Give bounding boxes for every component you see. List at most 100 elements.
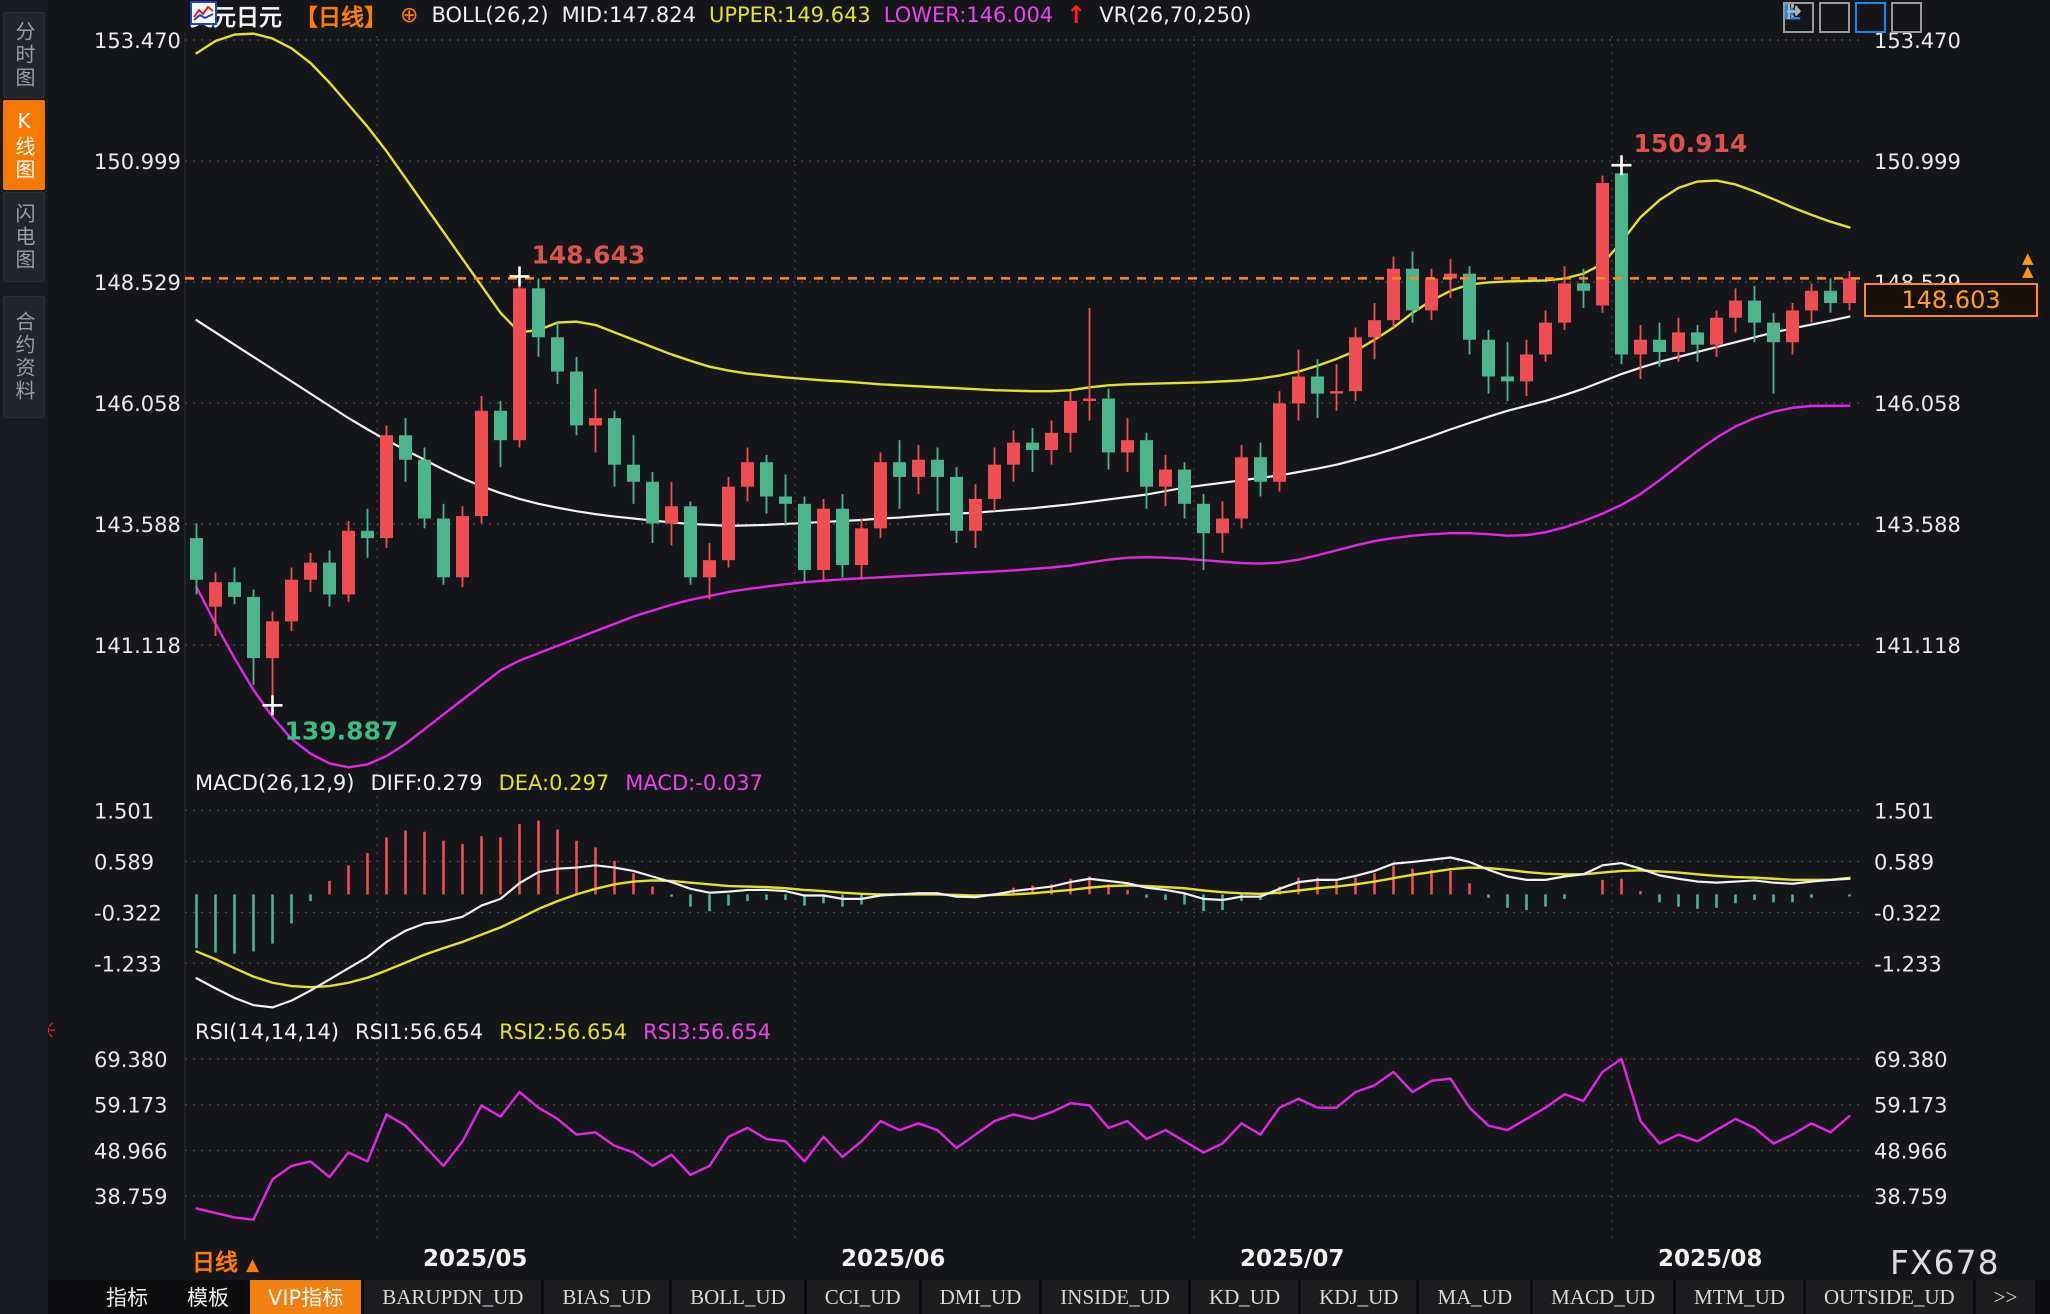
- candle-body: [570, 372, 583, 426]
- tab-CCI_UD[interactable]: CCI_UD: [807, 1280, 919, 1314]
- tab-BOLL_UD[interactable]: BOLL_UD: [672, 1280, 804, 1314]
- candle-body: [1330, 391, 1343, 393]
- price-up-arrows-icon: ▲ ▲: [2022, 252, 2034, 278]
- chart-header: 美元日元 【日线】 ⊕ BOLL(26,2) MID:147.824 UPPER…: [190, 1, 1252, 29]
- candle-body: [608, 418, 621, 465]
- chart-thumbnail-icon[interactable]: [190, 1, 217, 25]
- candle-body: [722, 487, 735, 560]
- candle-body: [456, 516, 469, 577]
- sidebar: 分时图 K线图 闪电图 合约资料: [0, 0, 48, 1314]
- y-axis-label-left: -0.322: [94, 901, 162, 925]
- candle-body: [1387, 269, 1400, 320]
- candle-body: [1216, 519, 1229, 534]
- tab-KD_UD[interactable]: KD_UD: [1191, 1280, 1298, 1314]
- candle-body: [1349, 337, 1362, 391]
- y-axis-label-right: 1.501: [1874, 799, 1934, 823]
- y-axis-label-left: 38.759: [94, 1185, 167, 1209]
- candle-body: [1026, 443, 1039, 450]
- sidebar-item-contract-info[interactable]: 合约资料: [3, 296, 45, 418]
- tab-BIAS_UD[interactable]: BIAS_UD: [544, 1280, 669, 1314]
- candle-body: [1045, 433, 1058, 450]
- candle-body: [798, 504, 811, 570]
- y-axis-label-left: 153.470: [94, 29, 181, 53]
- candle-body: [1729, 301, 1742, 318]
- sidebar-item-lightning-chart[interactable]: 闪电图: [3, 192, 45, 282]
- candle-body: [589, 418, 602, 425]
- candle-body: [817, 509, 830, 570]
- y-axis-label-right: 146.058: [1874, 392, 1961, 416]
- candle-body: [551, 337, 564, 371]
- price-up-arrow-icon: ↑: [1066, 5, 1086, 25]
- tab->>[interactable]: >>: [1976, 1280, 2036, 1314]
- tab-MA_UD[interactable]: MA_UD: [1419, 1280, 1530, 1314]
- candle-body: [1064, 401, 1077, 433]
- tab-模板[interactable]: 模板: [169, 1280, 247, 1314]
- sidebar-item-time-chart[interactable]: 分时图: [3, 12, 45, 98]
- last-price-tool-button[interactable]: [1891, 2, 1922, 33]
- timeframe-label: 日线: [192, 1250, 238, 1276]
- candle-body: [209, 582, 222, 606]
- y-axis-label-right: 150.999: [1874, 150, 1961, 174]
- y-axis-label-left: 48.966: [94, 1139, 167, 1163]
- tab-MTM_UD[interactable]: MTM_UD: [1676, 1280, 1803, 1314]
- price-annotation: 139.887: [285, 716, 399, 745]
- candle-body: [342, 531, 355, 595]
- current-price-box: 148.603: [1864, 283, 2038, 317]
- candle-body: [1083, 399, 1096, 401]
- candle-body: [1653, 340, 1666, 352]
- boll-lower-line: [197, 406, 1850, 768]
- x-axis-month-label: 2025/08: [1658, 1246, 1762, 1272]
- candle-body: [1691, 332, 1704, 344]
- tab-DMI_UD[interactable]: DMI_UD: [922, 1280, 1040, 1314]
- candle-body: [1520, 354, 1533, 381]
- y-axis-label-left: 59.173: [94, 1094, 167, 1118]
- brand-watermark: FX678: [1890, 1243, 2000, 1282]
- chart-canvas[interactable]: 153.470153.470150.999150.999148.529148.5…: [0, 0, 2050, 1280]
- timeframe-dropdown-icon: ▲: [246, 1255, 259, 1275]
- tab-指标[interactable]: 指标: [88, 1280, 166, 1314]
- boll-lower-value: LOWER:146.004: [884, 3, 1053, 27]
- tab-MACD_UD[interactable]: MACD_UD: [1533, 1280, 1673, 1314]
- trading-app: 153.470153.470150.999150.999148.529148.5…: [0, 0, 2050, 1314]
- candle-body: [855, 528, 868, 565]
- candle-body: [494, 411, 507, 440]
- timeframe-selector[interactable]: 日线 ▲: [192, 1243, 259, 1277]
- y-axis-label-right: -0.322: [1874, 901, 1942, 925]
- tab-KDJ_UD[interactable]: KDJ_UD: [1301, 1280, 1416, 1314]
- x-axis-month-label: 2025/07: [1240, 1246, 1344, 1272]
- candle-body: [1178, 470, 1191, 504]
- candle-body: [513, 288, 526, 440]
- tab-BARUPDN_UD[interactable]: BARUPDN_UD: [364, 1280, 541, 1314]
- candle-body: [304, 563, 317, 580]
- candle-body: [1748, 301, 1761, 323]
- candle-body: [475, 411, 488, 516]
- candle-body: [266, 621, 279, 658]
- candle-body: [1596, 183, 1609, 305]
- price-annotation: 148.643: [532, 240, 646, 269]
- bar-scale-tool-button[interactable]: [1819, 2, 1850, 33]
- rsi1-value: RSI1:56.654: [355, 1020, 483, 1044]
- boll-upper-value: UPPER:149.643: [709, 3, 871, 27]
- y-axis-label-right: -1.233: [1874, 952, 1942, 976]
- x-axis-month-label: 2025/05: [423, 1246, 527, 1272]
- add-indicator-icon[interactable]: ⊕: [400, 3, 418, 28]
- price-line-icon: [1783, 2, 1802, 21]
- price-annotation: 150.914: [1634, 129, 1748, 158]
- candle-body: [1273, 403, 1286, 481]
- y-axis-label-right: 48.966: [1874, 1139, 1947, 1163]
- sidebar-item-label: K线图: [11, 109, 37, 182]
- macd-value: MACD:-0.037: [625, 771, 763, 795]
- candle-body: [1007, 443, 1020, 465]
- candle-body: [760, 462, 773, 496]
- candle-body: [1368, 320, 1381, 337]
- sidebar-item-kline-chart[interactable]: K线图: [3, 100, 45, 190]
- tab-VIP指标[interactable]: VIP指标: [250, 1280, 361, 1314]
- auto-scroll-tool-button[interactable]: [1855, 2, 1886, 33]
- candle-body: [874, 462, 887, 528]
- boll-params: BOLL(26,2): [431, 3, 548, 27]
- tab-INSIDE_UD[interactable]: INSIDE_UD: [1042, 1280, 1188, 1314]
- y-axis-label-left: 150.999: [94, 150, 181, 174]
- candle-body: [1406, 269, 1419, 311]
- candle-body: [912, 460, 925, 477]
- tab-OUTSIDE_UD[interactable]: OUTSIDE_UD: [1806, 1280, 1973, 1314]
